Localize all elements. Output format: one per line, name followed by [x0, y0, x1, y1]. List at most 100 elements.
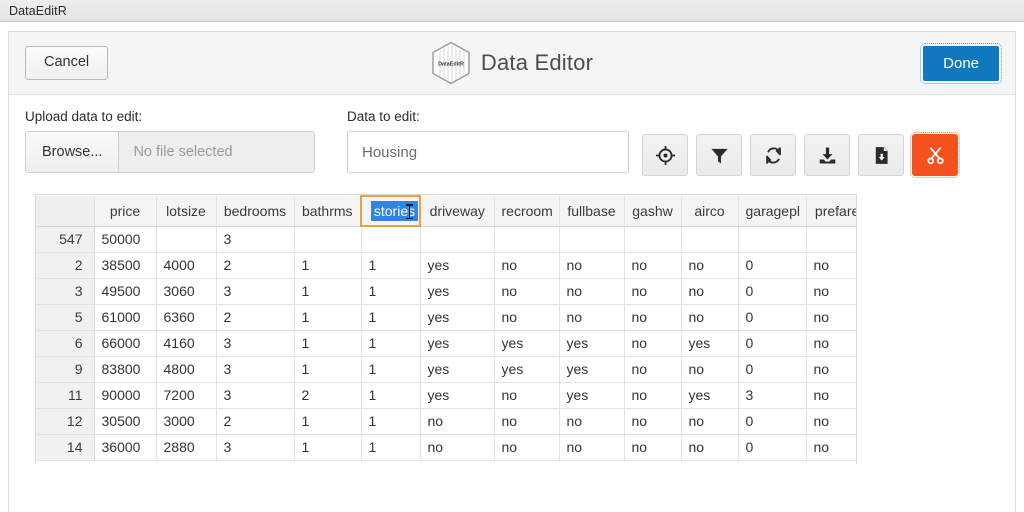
scissors-icon-button[interactable]	[910, 132, 960, 178]
sync-icon-button[interactable]	[750, 134, 796, 176]
grid-cell-stories[interactable]: 1	[361, 330, 421, 357]
grid-cell-prefarea[interactable]: no	[806, 408, 856, 435]
grid-cell-bathrms[interactable]: 1	[294, 356, 362, 383]
grid-cell-stories[interactable]: 1	[361, 304, 421, 331]
grid-cell-gashw[interactable]: no	[624, 304, 682, 331]
grid-cell-garagepl[interactable]: 0	[738, 434, 807, 461]
grid-cell-gashw[interactable]: no	[624, 278, 682, 305]
row-index-cell[interactable]: 2	[36, 252, 95, 279]
table-row[interactable]: 547 50000 3	[36, 226, 856, 253]
grid-cell-bathrms[interactable]: 1	[294, 330, 362, 357]
grid-cell-stories[interactable]: 1	[361, 278, 421, 305]
grid-cell-bathrms[interactable]: 1	[294, 408, 362, 435]
grid-cell-airco[interactable]: no	[681, 434, 739, 461]
grid-cell-gashw[interactable]: no	[624, 408, 682, 435]
grid-cell-lotsize[interactable]: 6360	[156, 304, 217, 331]
done-button[interactable]: Done	[920, 42, 1002, 84]
grid-cell-recroom[interactable]: yes	[494, 356, 560, 383]
row-index-cell[interactable]: 547	[36, 226, 95, 253]
grid-cell-fullbase[interactable]: no	[559, 252, 625, 279]
grid-cell-garagepl[interactable]: 0	[738, 330, 807, 357]
file-save-icon-button[interactable]	[858, 134, 904, 176]
grid-header-bedrooms[interactable]: bedrooms	[216, 196, 295, 227]
grid-cell-price[interactable]: 90000	[94, 382, 157, 409]
grid-header-lotsize[interactable]: lotsize	[156, 196, 217, 227]
grid-cell-garagepl[interactable]: 0	[738, 252, 807, 279]
grid-cell-price[interactable]: 61000	[94, 304, 157, 331]
row-index-cell[interactable]: 14	[36, 434, 95, 461]
row-index-cell[interactable]: 12	[36, 408, 95, 435]
grid-cell-prefarea[interactable]: no	[806, 252, 856, 279]
grid-cell-bedrooms[interactable]: 3	[216, 330, 295, 357]
grid-cell-fullbase[interactable]: no	[559, 304, 625, 331]
grid-cell-lotsize[interactable]: 4160	[156, 330, 217, 357]
cancel-button[interactable]: Cancel	[25, 46, 109, 80]
grid-cell-gashw[interactable]: no	[624, 382, 682, 409]
grid-cell-fullbase[interactable]: no	[559, 408, 625, 435]
grid-cell-garagepl[interactable]: 0	[738, 356, 807, 383]
grid-cell-garagepl[interactable]: 3	[738, 382, 807, 409]
grid-cell-lotsize[interactable]: 4800	[156, 356, 217, 383]
grid-cell-bathrms[interactable]: 1	[294, 304, 362, 331]
grid-cell-stories[interactable]: 1	[361, 356, 421, 383]
grid-cell-prefarea[interactable]	[806, 226, 856, 253]
grid-cell-driveway[interactable]: yes	[420, 278, 495, 305]
grid-header-garagepl[interactable]: garagepl	[738, 196, 807, 227]
grid-cell-airco[interactable]: no	[681, 408, 739, 435]
grid-cell-bathrms[interactable]: 1	[294, 278, 362, 305]
grid-cell-fullbase[interactable]: yes	[559, 356, 625, 383]
grid-cell-airco[interactable]: no	[681, 356, 739, 383]
grid-cell-driveway[interactable]: no	[420, 434, 495, 461]
grid-header-stories[interactable]: stories	[360, 195, 421, 227]
grid-cell-airco[interactable]: no	[681, 304, 739, 331]
grid-header-gashw[interactable]: gashw	[624, 196, 682, 227]
grid-cell-lotsize[interactable]: 2880	[156, 434, 217, 461]
grid-cell-bedrooms[interactable]: 3	[216, 226, 295, 253]
grid-cell-driveway[interactable]: yes	[420, 252, 495, 279]
grid-cell-driveway[interactable]: no	[420, 408, 495, 435]
row-index-cell[interactable]: 9	[36, 356, 95, 383]
download-icon-button[interactable]	[804, 134, 850, 176]
grid-cell-bedrooms[interactable]: 2	[216, 252, 295, 279]
data-grid-container[interactable]: price lotsize bedrooms bathrms stories drivew…	[35, 194, 857, 464]
grid-cell-airco[interactable]: yes	[681, 330, 739, 357]
grid-cell-bathrms[interactable]	[294, 226, 362, 253]
table-row[interactable]: 3 49500 3060 3 1 1 yes no no no no 0 no	[36, 278, 856, 305]
crosshairs-icon-button[interactable]	[642, 134, 688, 176]
grid-cell-bedrooms[interactable]: 3	[216, 356, 295, 383]
data-to-edit-input[interactable]	[347, 131, 629, 173]
grid-cell-gashw[interactable]: no	[624, 434, 682, 461]
grid-cell-lotsize[interactable]: 7200	[156, 382, 217, 409]
grid-cell-lotsize[interactable]	[156, 226, 217, 253]
grid-cell-recroom[interactable]: yes	[494, 330, 560, 357]
grid-cell-bathrms[interactable]: 1	[294, 434, 362, 461]
grid-cell-bathrms[interactable]: 2	[294, 382, 362, 409]
grid-cell-bathrms[interactable]: 1	[294, 252, 362, 279]
grid-cell-bedrooms[interactable]: 3	[216, 434, 295, 461]
grid-cell-gashw[interactable]: no	[624, 252, 682, 279]
grid-cell-driveway[interactable]	[420, 226, 495, 253]
grid-cell-driveway[interactable]: yes	[420, 304, 495, 331]
grid-cell-prefarea[interactable]: no	[806, 382, 856, 409]
grid-cell-driveway[interactable]: yes	[420, 356, 495, 383]
grid-cell-gashw[interactable]	[624, 226, 682, 253]
grid-header-fullbase[interactable]: fullbase	[559, 196, 625, 227]
table-row[interactable]: 5 61000 6360 2 1 1 yes no no no no 0 no	[36, 304, 856, 331]
grid-cell-stories[interactable]: 1	[361, 382, 421, 409]
grid-corner-cell[interactable]	[36, 196, 95, 227]
grid-header-prefarea[interactable]: prefarea	[806, 196, 856, 227]
grid-cell-garagepl[interactable]	[738, 226, 807, 253]
grid-cell-stories[interactable]: 1	[361, 408, 421, 435]
grid-cell-airco[interactable]: no	[681, 278, 739, 305]
grid-cell-prefarea[interactable]: no	[806, 330, 856, 357]
grid-cell-bedrooms[interactable]: 2	[216, 408, 295, 435]
grid-cell-bedrooms[interactable]: 3	[216, 278, 295, 305]
grid-cell-recroom[interactable]: no	[494, 408, 560, 435]
grid-cell-recroom[interactable]: no	[494, 304, 560, 331]
browse-button[interactable]: Browse...	[26, 132, 120, 172]
grid-cell-lotsize[interactable]: 4000	[156, 252, 217, 279]
grid-header-airco[interactable]: airco	[681, 196, 739, 227]
grid-cell-stories[interactable]: 1	[361, 252, 421, 279]
table-row[interactable]: 14 36000 2880 3 1 1 no no no no no 0 no	[36, 434, 856, 461]
grid-cell-prefarea[interactable]: no	[806, 434, 856, 461]
